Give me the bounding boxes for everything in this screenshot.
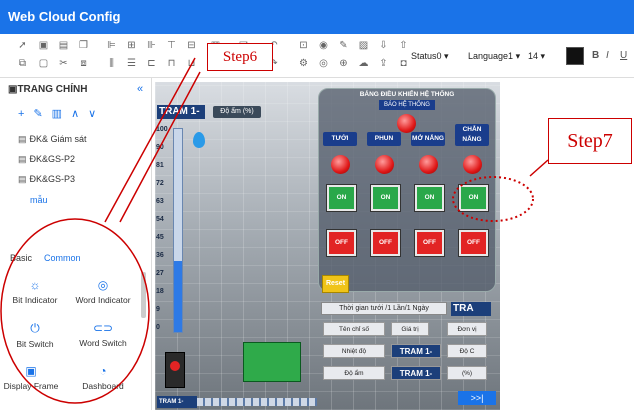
step7-pointer [529, 159, 549, 177]
step7-label: Step7 [548, 118, 632, 164]
step6-label: Step6 [207, 43, 273, 71]
switch-highlight-circle [452, 176, 534, 222]
annotation-overlay [0, 57, 549, 404]
step6-pointer [104, 57, 196, 223]
components-highlight-circle [0, 218, 150, 404]
step6-pointer [119, 71, 201, 223]
